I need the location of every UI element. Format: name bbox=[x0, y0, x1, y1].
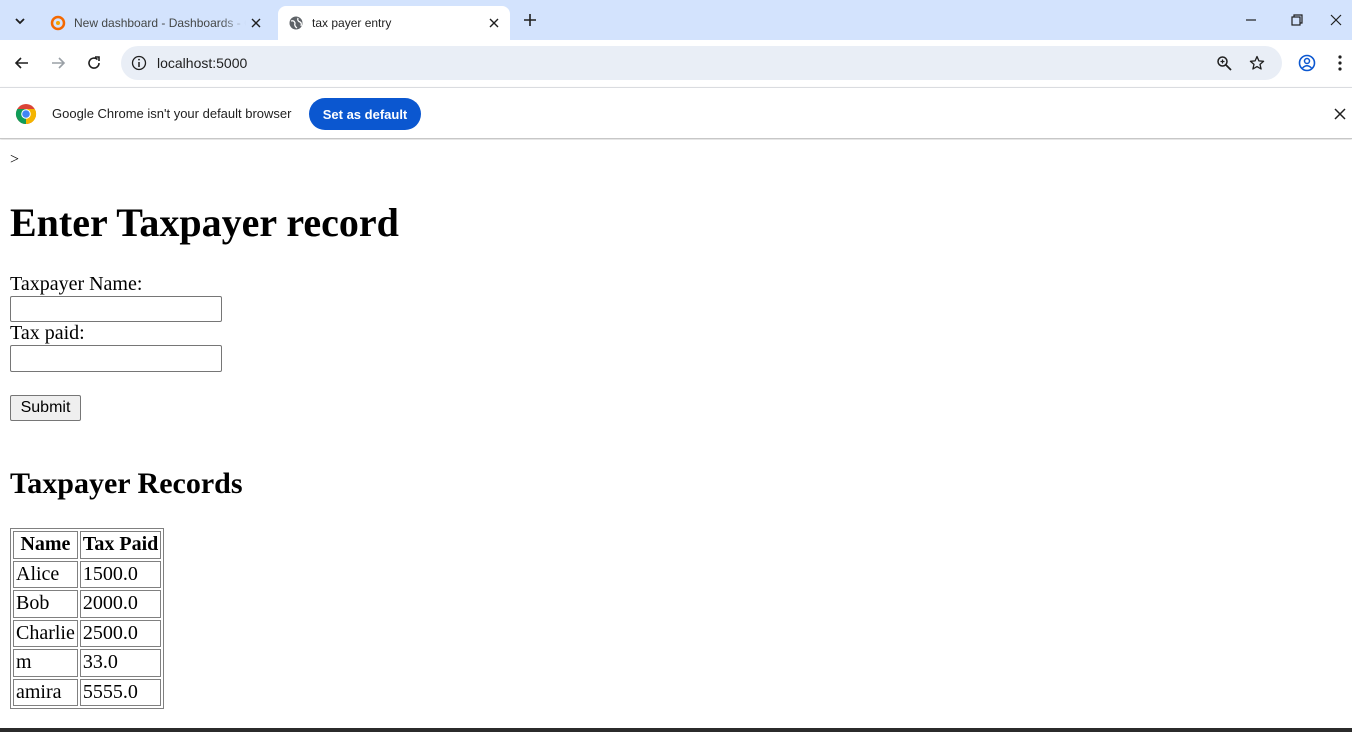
menu-button[interactable] bbox=[1328, 48, 1352, 78]
page-content: > Enter Taxpayer record Taxpayer Name: T… bbox=[0, 140, 1352, 728]
records-heading: Taxpayer Records bbox=[10, 467, 243, 500]
forward-button[interactable] bbox=[43, 48, 73, 78]
table-row: Alice 1500.0 bbox=[13, 560, 162, 588]
default-browser-infobar: Google Chrome isn't your default browser… bbox=[0, 87, 1352, 139]
table-row: Charlie 2500.0 bbox=[13, 619, 162, 647]
url-text[interactable]: localhost:5000 bbox=[157, 55, 247, 71]
tax-paid-input[interactable] bbox=[10, 345, 222, 372]
infobar-message: Google Chrome isn't your default browser bbox=[52, 106, 292, 121]
tab-strip: New dashboard - Dashboards - Grafana tax… bbox=[0, 0, 1352, 40]
forward-arrow-icon bbox=[52, 57, 66, 69]
taxpayer-name-label: Taxpayer Name: bbox=[10, 273, 143, 295]
new-tab-button[interactable] bbox=[518, 8, 542, 32]
reload-icon bbox=[88, 56, 100, 69]
cell-tax-paid: 5555.0 bbox=[79, 678, 162, 706]
cell-tax-paid: 33.0 bbox=[79, 649, 162, 677]
header-name: Name bbox=[13, 531, 78, 559]
cell-name: m bbox=[13, 649, 78, 677]
plus-icon bbox=[524, 14, 536, 26]
tab-tax-payer-entry[interactable]: tax payer entry bbox=[278, 6, 510, 40]
minimize-button[interactable] bbox=[1228, 0, 1274, 40]
close-window-button[interactable] bbox=[1320, 0, 1352, 40]
zoom-icon[interactable] bbox=[1214, 53, 1234, 73]
back-arrow-icon bbox=[14, 57, 28, 69]
chevron-down-icon bbox=[15, 18, 25, 25]
header-tax-paid: Tax Paid bbox=[79, 531, 162, 559]
browser-toolbar: localhost:5000 bbox=[0, 40, 1352, 86]
tab-grafana[interactable]: New dashboard - Dashboards - Grafana bbox=[40, 6, 272, 40]
cell-tax-paid: 2000.0 bbox=[79, 590, 162, 618]
profile-icon bbox=[1298, 54, 1316, 72]
table-row: Bob 2000.0 bbox=[13, 590, 162, 618]
reload-button[interactable] bbox=[79, 48, 109, 78]
grafana-icon bbox=[50, 15, 66, 31]
site-info-icon[interactable] bbox=[127, 51, 151, 75]
address-bar[interactable]: localhost:5000 bbox=[121, 46, 1282, 80]
cell-name: Bob bbox=[13, 590, 78, 618]
back-button[interactable] bbox=[7, 48, 37, 78]
profile-button[interactable] bbox=[1292, 48, 1322, 78]
cell-name: Alice bbox=[13, 560, 78, 588]
tab-search-button[interactable] bbox=[6, 7, 34, 35]
table-row: amira 5555.0 bbox=[13, 678, 162, 706]
close-tab-icon[interactable] bbox=[484, 13, 504, 33]
cell-tax-paid: 1500.0 bbox=[79, 560, 162, 588]
close-infobar-icon[interactable] bbox=[1330, 104, 1350, 124]
tax-paid-label: Tax paid: bbox=[10, 322, 85, 344]
minimize-icon bbox=[1246, 19, 1256, 21]
close-icon bbox=[1330, 14, 1342, 26]
taxpayer-records-table: Name Tax Paid Alice 1500.0 Bob 2000.0 Ch… bbox=[10, 528, 165, 709]
cell-tax-paid: 2500.0 bbox=[79, 619, 162, 647]
globe-icon bbox=[288, 15, 304, 31]
tab-title: tax payer entry bbox=[312, 16, 392, 30]
close-tab-icon[interactable] bbox=[246, 13, 266, 33]
set-as-default-button[interactable]: Set as default bbox=[309, 98, 421, 130]
table-header-row: Name Tax Paid bbox=[13, 531, 162, 559]
stray-text: > bbox=[10, 151, 20, 168]
taskbar-edge bbox=[0, 728, 1352, 732]
page-title: Enter Taxpayer record bbox=[10, 200, 399, 245]
restore-icon bbox=[1291, 14, 1303, 26]
cell-name: amira bbox=[13, 678, 78, 706]
cell-name: Charlie bbox=[13, 619, 78, 647]
submit-button[interactable]: Submit bbox=[10, 395, 81, 421]
restore-button[interactable] bbox=[1274, 0, 1320, 40]
taxpayer-name-input[interactable] bbox=[10, 296, 222, 322]
table-row: m 33.0 bbox=[13, 649, 162, 677]
tab-title: New dashboard - Dashboards - Grafana bbox=[74, 16, 246, 30]
bookmark-star-icon[interactable] bbox=[1247, 53, 1267, 73]
chrome-logo-icon bbox=[15, 104, 37, 125]
more-vert-icon bbox=[1338, 55, 1342, 71]
